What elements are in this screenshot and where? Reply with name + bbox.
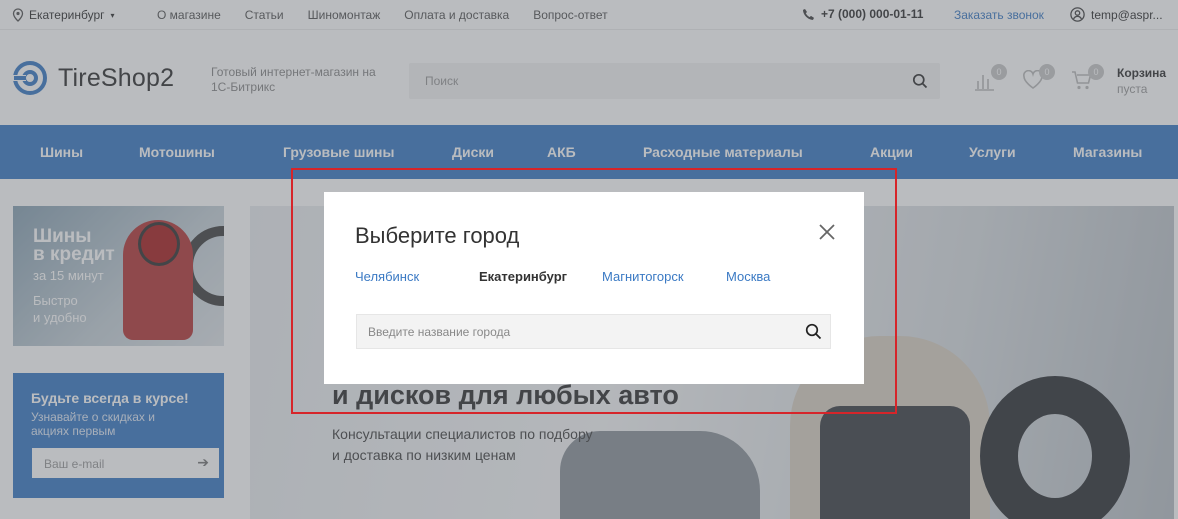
city-option-magnitogorsk[interactable]: Магнитогорск <box>602 269 684 284</box>
city-option-moscow[interactable]: Москва <box>726 269 770 284</box>
city-search-input[interactable] <box>357 315 797 348</box>
city-option-chelyabinsk[interactable]: Челябинск <box>355 269 419 284</box>
search-icon[interactable] <box>805 323 822 340</box>
modal-title: Выберите город <box>355 223 520 248</box>
city-select-modal: Выберите город Челябинск Екатеринбург Ма… <box>324 192 864 384</box>
close-icon[interactable] <box>817 222 837 242</box>
city-search-field <box>356 314 831 349</box>
city-option-ekaterinburg[interactable]: Екатеринбург <box>479 269 567 284</box>
